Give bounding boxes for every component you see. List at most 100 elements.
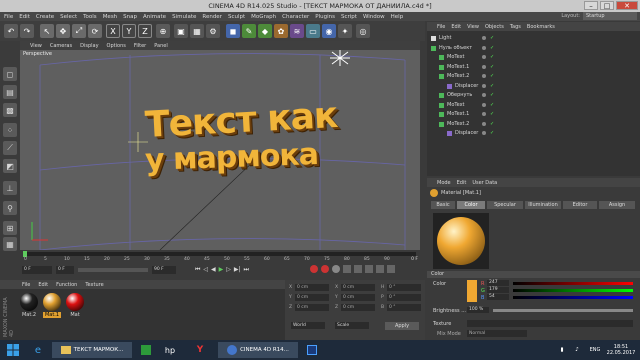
green-value-field[interactable]: 179 <box>487 287 509 293</box>
material-swatch[interactable]: Mat <box>66 293 84 318</box>
red-value-field[interactable]: 247 <box>487 280 509 286</box>
menu-help[interactable]: Help <box>391 14 404 20</box>
enabled-check-icon[interactable]: ✓ <box>490 101 494 110</box>
timeline-settings-icon[interactable] <box>387 265 395 273</box>
coordinate-system-icon[interactable]: ⊕ <box>156 24 170 38</box>
visibility-dot-icon[interactable] <box>482 112 486 116</box>
menu-script[interactable]: Script <box>341 14 357 20</box>
scale-key-icon[interactable] <box>354 265 362 273</box>
tab-editor[interactable]: Editor <box>563 201 597 209</box>
material-menu-function[interactable]: Function <box>56 282 77 288</box>
object-row[interactable]: Light ✓ <box>427 34 640 43</box>
coord-value-field[interactable]: 0 cm <box>295 294 329 301</box>
brightness-slider[interactable] <box>493 309 633 312</box>
menu-render[interactable]: Render <box>202 14 222 20</box>
object-menu-edit[interactable]: Edit <box>451 24 461 30</box>
menu-simulate[interactable]: Simulate <box>172 14 196 20</box>
menu-tools[interactable]: Tools <box>83 14 97 20</box>
scale-icon[interactable]: ⤢ <box>72 24 86 38</box>
object-row[interactable]: MoText.1 ✓ <box>427 63 640 72</box>
menu-window[interactable]: Window <box>363 14 385 20</box>
previous-frame-icon[interactable]: ◀ <box>211 266 216 274</box>
scene-icon[interactable]: ◎ <box>356 24 370 38</box>
coord-value-field[interactable]: 0 ° <box>387 284 421 291</box>
undo-icon[interactable]: ↶ <box>4 24 18 38</box>
layout-select[interactable]: Startup <box>583 12 637 20</box>
menu-select[interactable]: Select <box>60 14 77 20</box>
enabled-check-icon[interactable]: ✓ <box>490 82 494 91</box>
hp-icon[interactable]: hp <box>160 342 180 358</box>
viewport-menu-filter[interactable]: Filter <box>134 43 146 49</box>
menu-plugins[interactable]: Plugins <box>315 14 335 20</box>
material-menu-file[interactable]: File <box>22 282 30 288</box>
menu-sculpt[interactable]: Sculpt <box>228 14 245 20</box>
object-menu-tags[interactable]: Tags <box>510 24 521 30</box>
start-frame-field[interactable]: 0 F <box>22 266 52 274</box>
edges-mode-icon[interactable]: ⟋ <box>3 141 17 155</box>
system-clock[interactable]: 18:51 22.05.2017 <box>604 342 638 358</box>
axis-x-icon[interactable]: X <box>106 24 120 38</box>
viewport-menu-view[interactable]: View <box>30 43 42 49</box>
snap-icon[interactable]: ⊞ <box>3 221 17 235</box>
size-mode-select[interactable]: Scale <box>335 322 369 329</box>
store-icon[interactable] <box>136 342 156 358</box>
enabled-check-icon[interactable]: ✓ <box>490 129 494 138</box>
coord-value-field[interactable]: 0 ° <box>387 304 421 311</box>
internet-explorer-icon[interactable]: e <box>28 342 48 358</box>
visibility-dot-icon[interactable] <box>482 74 486 78</box>
object-row[interactable]: Нуль объект ✓ <box>427 44 640 53</box>
auto-key-icon[interactable] <box>321 265 329 273</box>
enabled-check-icon[interactable]: ✓ <box>490 34 494 43</box>
maximize-button[interactable]: □ <box>600 1 614 10</box>
points-mode-icon[interactable]: ⁘ <box>3 123 17 137</box>
play-icon[interactable]: ▶ <box>219 266 224 274</box>
apply-button[interactable]: Apply <box>385 322 419 330</box>
visibility-dot-icon[interactable] <box>482 102 486 107</box>
timeline-track[interactable] <box>24 252 416 256</box>
visibility-dot-icon[interactable] <box>482 55 486 59</box>
rotation-key-icon[interactable] <box>365 265 373 273</box>
light-icon[interactable]: ✦ <box>338 24 352 38</box>
visibility-dot-icon[interactable] <box>482 131 486 135</box>
object-row[interactable]: Displacer ✓ <box>427 82 640 91</box>
texture-field[interactable] <box>467 320 633 327</box>
current-frame-field[interactable]: 0 F <box>56 266 74 274</box>
material-menu-texture[interactable]: Texture <box>85 282 103 288</box>
menu-create[interactable]: Create <box>36 14 54 20</box>
rotate-icon[interactable]: ⟳ <box>88 24 102 38</box>
blue-slider[interactable] <box>513 296 633 299</box>
green-slider[interactable] <box>513 289 633 292</box>
coord-value-field[interactable]: 0 cm <box>295 284 329 291</box>
visibility-dot-icon[interactable] <box>482 93 486 97</box>
tab-color[interactable]: Color <box>457 201 485 209</box>
tab-assign[interactable]: Assign <box>599 201 635 209</box>
coord-value-field[interactable]: 0 cm <box>341 294 375 301</box>
red-slider[interactable] <box>513 282 633 285</box>
object-menu-bookmarks[interactable]: Bookmarks <box>527 24 555 30</box>
attr-menu-user-data[interactable]: User Data <box>472 180 497 186</box>
go-to-start-icon[interactable]: ⏮ <box>195 266 200 274</box>
color-swatch[interactable] <box>467 280 477 302</box>
texture-mode-icon[interactable]: ▤ <box>3 85 17 99</box>
coord-value-field[interactable]: 0 cm <box>295 304 329 311</box>
model-mode-icon[interactable]: ◻ <box>3 67 17 81</box>
yandex-browser-icon[interactable]: Y <box>190 342 210 358</box>
viewport-menu-panel[interactable]: Panel <box>154 43 168 49</box>
viewport-menu-display[interactable]: Display <box>80 43 98 49</box>
object-row[interactable]: MoText ✓ <box>427 53 640 62</box>
menu-mesh[interactable]: Mesh <box>103 14 117 20</box>
axis-y-icon[interactable]: Y <box>122 24 136 38</box>
go-to-end-icon[interactable]: ⏭ <box>244 266 249 274</box>
object-row[interactable]: MoText.2 ✓ <box>427 120 640 129</box>
visibility-dot-icon[interactable] <box>482 45 486 50</box>
material-menu-edit[interactable]: Edit <box>38 282 48 288</box>
windows-start-icon[interactable] <box>2 342 24 358</box>
taskbar-cinema4d-button[interactable]: CINEMA 4D R14... <box>218 342 298 358</box>
array-icon[interactable]: ✿ <box>274 24 288 38</box>
coordinate-space-select[interactable]: World <box>291 322 325 329</box>
language-indicator[interactable]: ENG <box>588 342 602 358</box>
render-settings-icon[interactable]: ⚙ <box>206 24 220 38</box>
minimize-button[interactable]: – <box>584 1 598 10</box>
menu-character[interactable]: Character <box>282 14 309 20</box>
enabled-check-icon[interactable]: ✓ <box>490 63 494 72</box>
